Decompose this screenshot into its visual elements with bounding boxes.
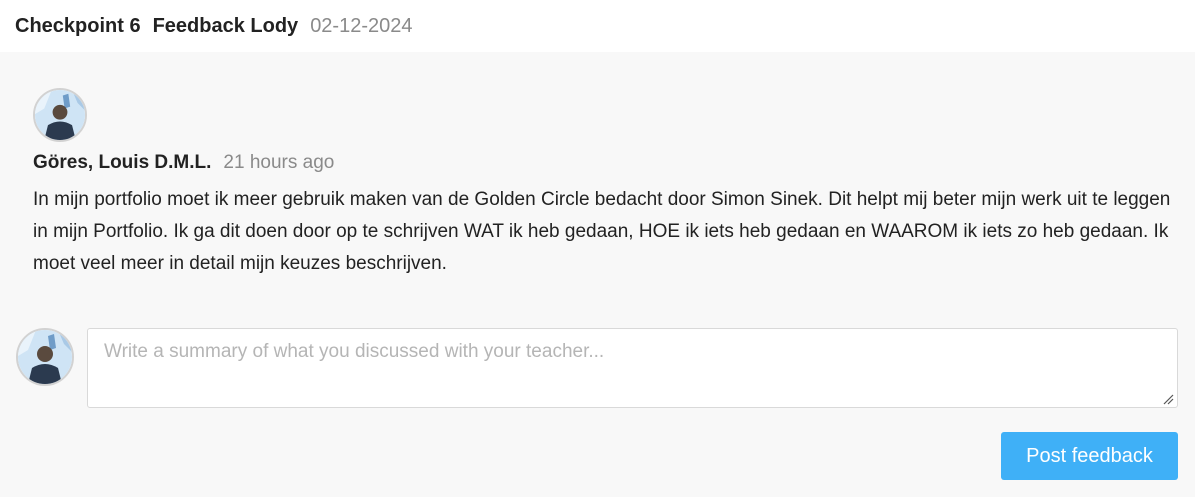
feedback-title: Feedback Lody bbox=[152, 14, 299, 37]
comment-author-name: Göres, Louis D.M.L. bbox=[33, 152, 212, 173]
feedback-summary-input[interactable] bbox=[87, 328, 1178, 408]
composer-avatar bbox=[16, 328, 74, 386]
comment-avatar bbox=[33, 88, 87, 142]
resize-handle-icon[interactable] bbox=[1163, 394, 1174, 405]
comment-meta: Göres, Louis D.M.L. 21 hours ago bbox=[33, 152, 334, 174]
comment-timestamp: 21 hours ago bbox=[223, 152, 335, 173]
user-photo-icon bbox=[18, 330, 72, 384]
comment-text: In mijn portfolio moet ik meer gebruik m… bbox=[33, 189, 1171, 274]
user-photo-icon bbox=[35, 90, 85, 140]
feedback-date: 02-12-2024 bbox=[310, 14, 413, 37]
post-feedback-button[interactable]: Post feedback bbox=[1001, 432, 1178, 480]
checkpoint-label: Checkpoint 6 bbox=[15, 14, 141, 37]
feedback-panel: Göres, Louis D.M.L. 21 hours ago In mijn… bbox=[0, 52, 1195, 497]
checkpoint-header: Checkpoint 6 Feedback Lody 02-12-2024 bbox=[0, 0, 1195, 52]
